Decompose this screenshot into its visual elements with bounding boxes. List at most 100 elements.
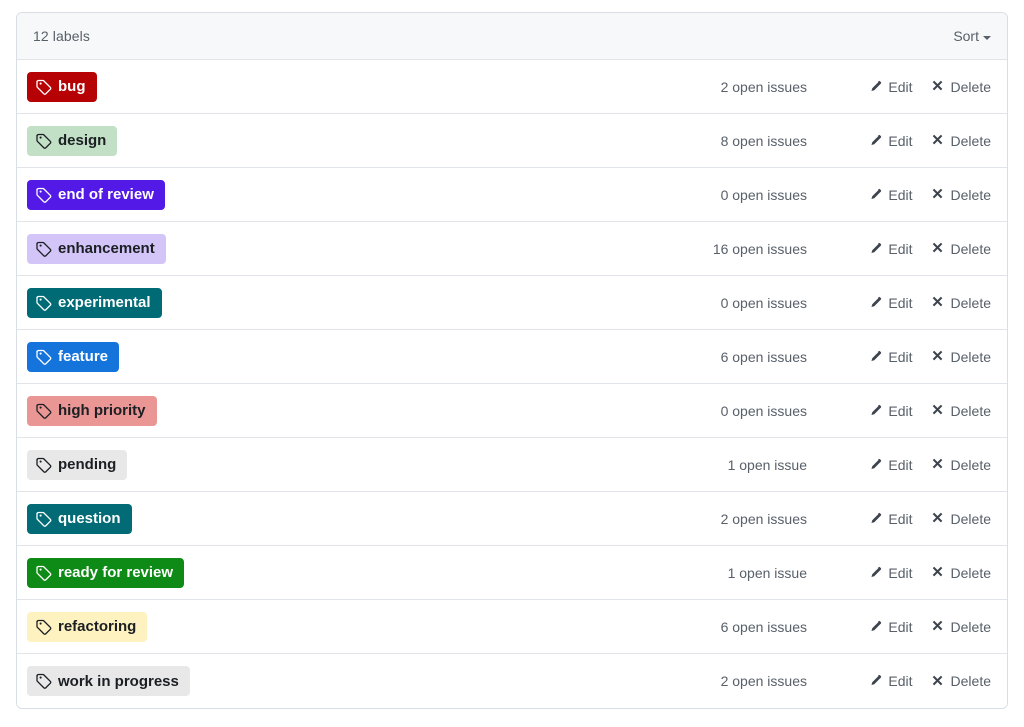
open-issues-count[interactable]: 6 open issues (647, 349, 823, 365)
delete-button[interactable]: ✕ Delete (931, 187, 991, 203)
delete-label: Delete (950, 564, 991, 581)
pencil-icon (868, 458, 882, 472)
table-row: experimental 0 open issues Edit ✕ Delete (17, 276, 1007, 330)
label-badge[interactable]: refactoring (27, 611, 148, 642)
label-cell: refactoring (27, 611, 647, 642)
edit-label: Edit (888, 673, 913, 689)
edit-label: Edit (888, 78, 913, 95)
edit-button[interactable]: Edit (868, 349, 913, 365)
edit-button[interactable]: Edit (868, 295, 913, 311)
label-cell: high priority (27, 395, 647, 426)
delete-button[interactable]: ✕ Delete (931, 241, 991, 257)
delete-label: Delete (950, 240, 991, 257)
open-issues-count[interactable]: 1 open issue (647, 565, 823, 581)
edit-button[interactable]: Edit (868, 241, 913, 257)
close-x-icon: ✕ (931, 456, 944, 473)
table-row: feature 6 open issues Edit ✕ Delete (17, 330, 1007, 384)
delete-label: Delete (950, 673, 991, 689)
row-actions: Edit ✕ Delete (823, 79, 991, 95)
delete-label: Delete (950, 510, 991, 527)
labels-page: 12 labels Sort bug 2 open issues Edit ✕ … (0, 0, 1024, 727)
close-x-icon: ✕ (931, 564, 944, 581)
delete-button[interactable]: ✕ Delete (931, 79, 991, 95)
label-name: design (58, 132, 107, 149)
open-issues-count[interactable]: 8 open issues (647, 133, 823, 149)
delete-button[interactable]: ✕ Delete (931, 349, 991, 365)
open-issues-count[interactable]: 2 open issues (647, 673, 823, 689)
edit-button[interactable]: Edit (868, 403, 913, 419)
label-badge[interactable]: design (27, 125, 118, 156)
row-actions: Edit ✕ Delete (823, 187, 991, 203)
delete-button[interactable]: ✕ Delete (931, 511, 991, 527)
label-cell: bug (27, 71, 647, 102)
delete-button[interactable]: ✕ Delete (931, 457, 991, 473)
label-badge[interactable]: enhancement (27, 233, 166, 264)
tag-icon (36, 133, 52, 149)
pencil-icon (868, 566, 882, 580)
close-x-icon: ✕ (931, 672, 944, 690)
row-actions: Edit ✕ Delete (823, 133, 991, 149)
edit-button[interactable]: Edit (868, 673, 913, 689)
delete-button[interactable]: ✕ Delete (931, 295, 991, 311)
row-actions: Edit ✕ Delete (823, 511, 991, 527)
label-badge[interactable]: high priority (27, 395, 157, 426)
edit-button[interactable]: Edit (868, 78, 913, 95)
open-issues-count[interactable]: 6 open issues (647, 619, 823, 635)
label-badge[interactable]: pending (27, 449, 128, 480)
labels-header: 12 labels Sort (17, 13, 1007, 60)
row-actions: Edit ✕ Delete (823, 241, 991, 257)
table-row: end of review 0 open issues Edit ✕ Delet… (17, 168, 1007, 222)
label-cell: pending (27, 449, 647, 480)
edit-label: Edit (888, 510, 913, 527)
label-badge[interactable]: work in progress (27, 666, 190, 696)
label-cell: feature (27, 341, 647, 372)
open-issues-count[interactable]: 0 open issues (647, 403, 823, 419)
label-badge[interactable]: question (27, 503, 132, 534)
open-issues-count[interactable]: 2 open issues (647, 511, 823, 527)
delete-button[interactable]: ✕ Delete (931, 565, 991, 581)
label-badge[interactable]: feature (27, 341, 120, 372)
pencil-icon (868, 242, 882, 256)
pencil-icon (868, 80, 882, 94)
label-name: experimental (58, 294, 151, 311)
label-cell: end of review (27, 179, 647, 210)
delete-label: Delete (950, 294, 991, 311)
label-badge[interactable]: bug (27, 71, 97, 102)
close-x-icon: ✕ (931, 186, 944, 203)
label-badge[interactable]: ready for review (27, 557, 185, 588)
table-row: bug 2 open issues Edit ✕ Delete (17, 60, 1007, 114)
label-name: work in progress (58, 672, 179, 690)
edit-button[interactable]: Edit (868, 133, 913, 149)
edit-button[interactable]: Edit (868, 456, 913, 473)
tag-icon (36, 619, 52, 635)
open-issues-count[interactable]: 0 open issues (647, 187, 823, 203)
label-name: ready for review (58, 564, 174, 581)
close-x-icon: ✕ (931, 132, 944, 149)
delete-button[interactable]: ✕ Delete (931, 403, 991, 419)
row-actions: Edit ✕ Delete (823, 295, 991, 311)
sort-dropdown[interactable]: Sort (953, 28, 991, 44)
open-issues-count[interactable]: 1 open issue (647, 457, 823, 473)
delete-button[interactable]: ✕ Delete (931, 133, 991, 149)
open-issues-count[interactable]: 16 open issues (647, 241, 823, 257)
edit-button[interactable]: Edit (868, 619, 913, 635)
delete-button[interactable]: ✕ Delete (931, 619, 991, 635)
pencil-icon (868, 188, 882, 202)
edit-button[interactable]: Edit (868, 510, 913, 527)
edit-button[interactable]: Edit (868, 565, 913, 581)
pencil-icon (868, 512, 882, 526)
tag-icon (36, 673, 52, 689)
edit-button[interactable]: Edit (868, 186, 913, 203)
label-badge[interactable]: experimental (27, 287, 162, 318)
pencil-icon (868, 296, 882, 310)
open-issues-count[interactable]: 0 open issues (647, 295, 823, 311)
edit-label: Edit (888, 186, 913, 203)
tag-icon (36, 187, 52, 203)
delete-button[interactable]: ✕ Delete (931, 673, 991, 689)
label-badge[interactable]: end of review (27, 179, 165, 210)
delete-label: Delete (950, 132, 991, 149)
delete-label: Delete (950, 456, 991, 473)
open-issues-count[interactable]: 2 open issues (647, 79, 823, 95)
edit-label: Edit (888, 456, 913, 473)
pencil-icon (868, 674, 882, 688)
